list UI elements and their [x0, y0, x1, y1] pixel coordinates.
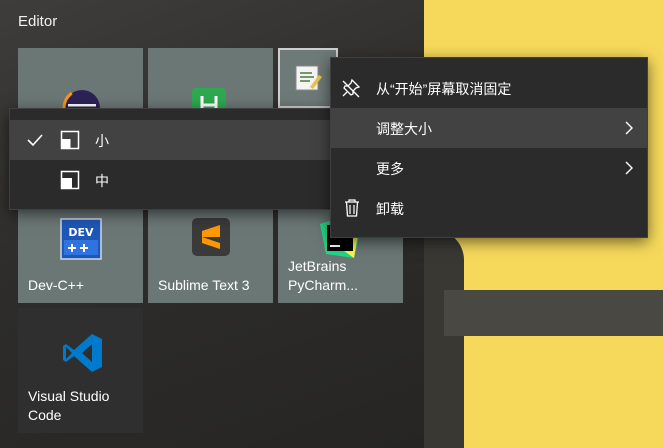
vscode-icon	[62, 332, 104, 374]
menu-item-label: 卸载	[376, 201, 404, 217]
tile-label: Sublime Text 3	[158, 277, 250, 293]
menu-item-label: 调整大小	[376, 121, 432, 137]
menu-item-size-medium[interactable]: 中	[10, 160, 330, 200]
menu-item-resize[interactable]: 调整大小	[331, 108, 647, 148]
resize-submenu: 小 中	[9, 108, 331, 210]
devcpp-icon: DEV	[60, 218, 102, 260]
sublime-icon	[192, 218, 230, 256]
menu-item-size-small[interactable]: 小	[10, 120, 330, 160]
chevron-right-icon	[621, 160, 637, 176]
menu-item-unpin[interactable]: 从“开始”屏幕取消固定	[331, 68, 647, 108]
tile-notepad-selected[interactable]	[278, 48, 338, 108]
wallpaper-shape	[424, 230, 464, 448]
tile-context-menu: 从“开始”屏幕取消固定 调整大小 更多 卸载	[330, 57, 648, 238]
menu-item-label: 中	[95, 173, 109, 189]
tile-label: Dev-C++	[28, 277, 85, 293]
devcpp-icon-text: DEV	[68, 226, 94, 239]
trash-icon	[342, 198, 362, 218]
menu-item-label: 更多	[376, 161, 404, 177]
chevron-right-icon	[621, 120, 637, 136]
tile-label: JetBrains PyCharm...	[288, 258, 359, 293]
unpin-icon	[341, 78, 361, 98]
tile-vscode[interactable]: Visual Studio Code	[18, 308, 143, 433]
medium-tile-icon	[60, 170, 80, 190]
checkmark-icon	[25, 130, 45, 150]
tile-label: Visual Studio Code	[28, 388, 110, 423]
small-tile-icon	[60, 130, 80, 150]
menu-item-more[interactable]: 更多	[331, 148, 647, 188]
tile-group-title[interactable]: Editor	[18, 13, 57, 30]
wallpaper-shape	[444, 290, 663, 336]
notepad-icon	[293, 63, 323, 93]
menu-item-uninstall[interactable]: 卸载	[331, 188, 647, 228]
menu-item-label: 小	[95, 133, 109, 149]
menu-item-label: 从“开始”屏幕取消固定	[376, 81, 512, 97]
